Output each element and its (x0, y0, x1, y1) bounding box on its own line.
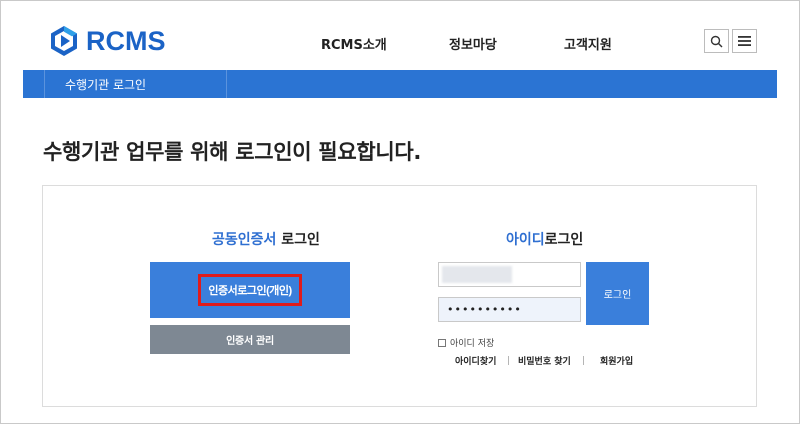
cert-login-title-rest: 로그인 (276, 232, 320, 248)
id-login-title-rest: 로그인 (544, 232, 584, 248)
nav-item-support[interactable]: 고객지원 (564, 34, 612, 53)
save-id-checkbox[interactable]: 아이디 저장 (438, 336, 494, 349)
nav-item-info[interactable]: 정보마당 (449, 34, 497, 53)
breadcrumb-bar: 수행기관 로그인 (23, 70, 777, 98)
logo-hexagon-icon (51, 26, 77, 56)
page-title: 수행기관 업무를 위해 로그인이 필요합니다. (43, 140, 422, 164)
save-id-label: 아이디 저장 (450, 339, 495, 349)
id-login-button[interactable]: 로그인 (586, 262, 649, 325)
cert-login-title-highlight: 공동인증서 (212, 232, 277, 248)
cert-login-button[interactable]: 인증서로그인(개인) (150, 262, 350, 318)
checkbox-icon[interactable] (438, 338, 446, 347)
cert-manage-button[interactable]: 인증서 관리 (150, 325, 350, 354)
logo-text: RCMS (86, 25, 166, 56)
cert-login-button-label: 인증서로그인(개인) (198, 274, 302, 306)
cert-login-title: 공동인증서 로그인 (212, 229, 320, 249)
find-id-link[interactable]: 아이디찾기 (455, 354, 496, 367)
hamburger-menu-icon (738, 36, 751, 46)
id-login-title: 아이디로그인 (506, 229, 583, 249)
nav-item-rcms-intro[interactable]: RCMS소개 (321, 34, 387, 53)
link-divider (508, 356, 509, 365)
id-login-title-highlight: 아이디 (506, 232, 545, 248)
menu-button[interactable] (732, 29, 757, 53)
password-input[interactable] (438, 297, 581, 322)
rcms-logo[interactable]: RCMS (48, 26, 166, 56)
breadcrumb: 수행기관 로그인 (44, 70, 227, 98)
breadcrumb-label: 수행기관 로그인 (65, 78, 147, 92)
link-divider (583, 356, 584, 365)
search-button[interactable] (704, 29, 729, 53)
signup-link[interactable]: 회원가입 (600, 354, 633, 367)
search-icon (710, 35, 723, 47)
id-input-blurred-value (442, 266, 512, 283)
find-password-link[interactable]: 비밀번호 찾기 (518, 354, 571, 367)
